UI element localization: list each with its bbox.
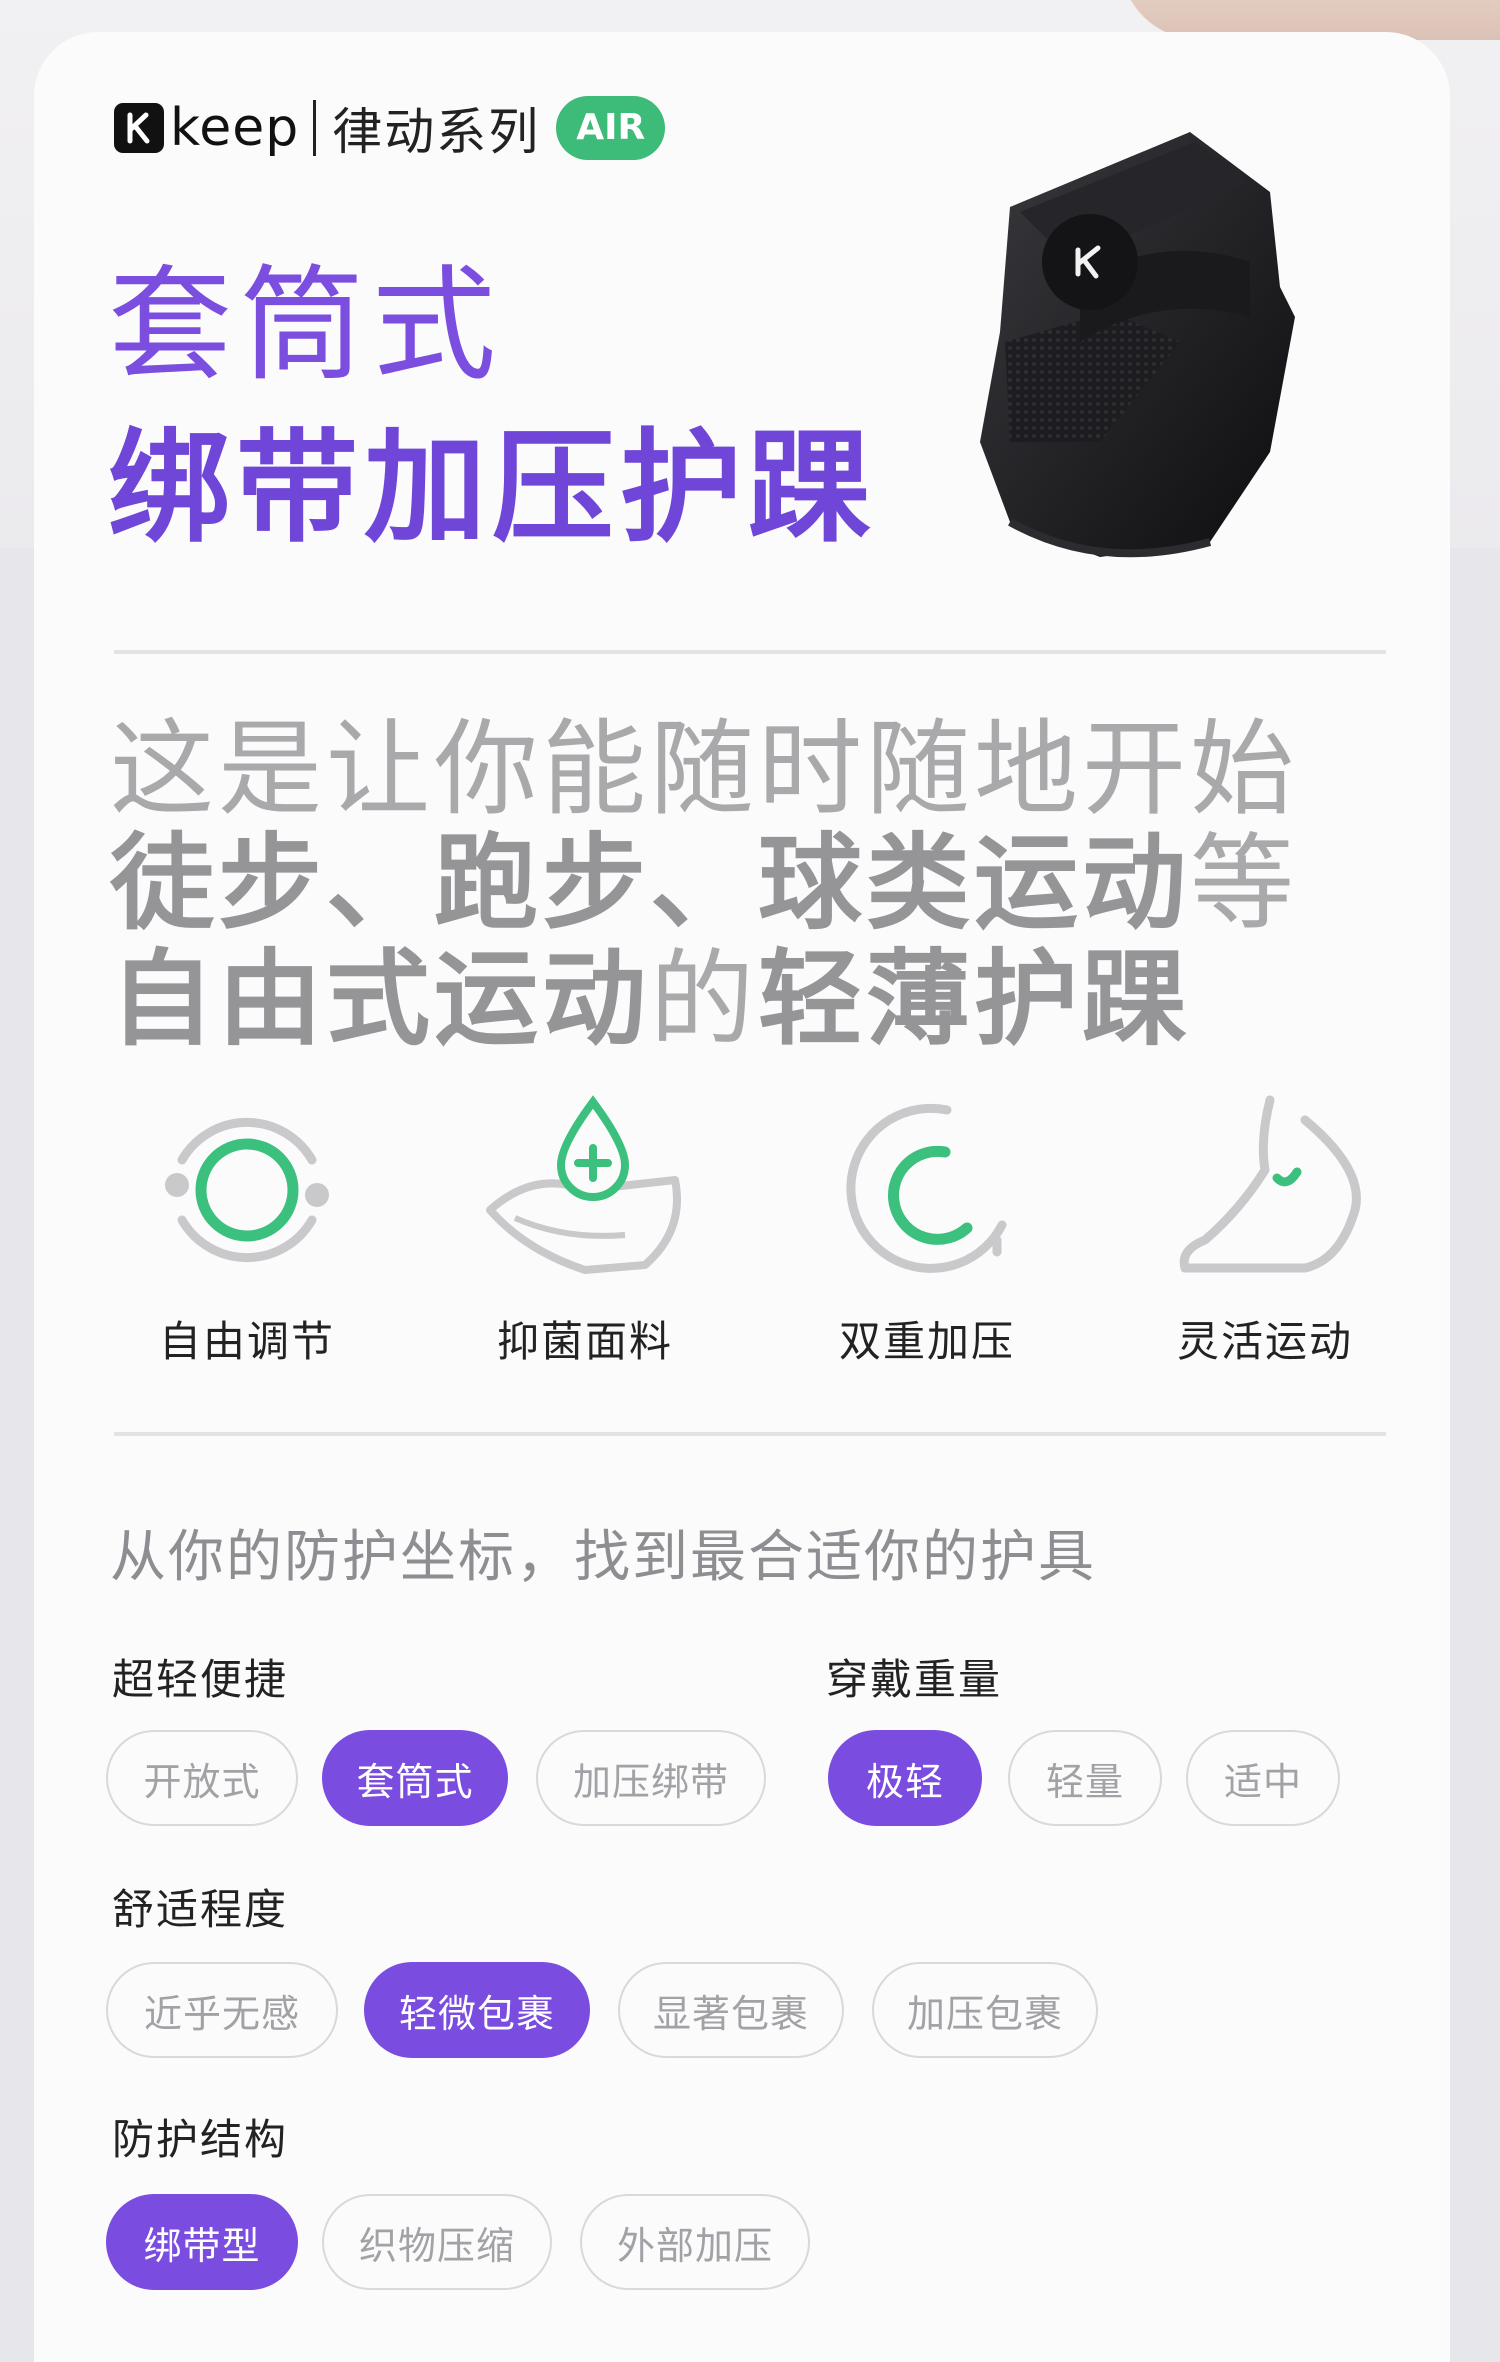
title-line-1: 套筒式 — [108, 254, 505, 398]
double-compression-icon — [846, 1103, 1007, 1273]
option-light[interactable]: 轻量 — [1008, 1730, 1162, 1826]
tagline-line-2: 徒步、跑步、球类运动等 — [110, 824, 1298, 942]
series-name: 律动系列 — [332, 103, 541, 161]
keep-logo-icon — [114, 103, 164, 153]
option-fabric-compression[interactable]: 织物压缩 — [322, 2194, 552, 2290]
feature-antibacterial: 抑菌面料 — [470, 1090, 700, 1369]
brand-name: keep — [170, 98, 300, 158]
option-moderate[interactable]: 适中 — [1186, 1730, 1340, 1826]
feature-label: 双重加压 — [838, 1317, 1015, 1366]
option-light-wrap[interactable]: 轻微包裹 — [364, 1962, 590, 2058]
category-structure-label: 防护结构 — [112, 2115, 289, 2164]
option-open-type[interactable]: 开放式 — [106, 1730, 298, 1826]
category-lightweight-label: 超轻便捷 — [112, 1655, 289, 1704]
option-notable-wrap[interactable]: 显著包裹 — [618, 1962, 844, 2058]
adjust-ring-icon — [165, 1117, 329, 1263]
tagline-line-3-thin: 的 — [650, 938, 759, 1060]
ankle-brace-image — [980, 132, 1295, 558]
title-line-2: 绑带加压护踝 — [108, 417, 876, 559]
tagline-line-2-thin: 等 — [1190, 822, 1299, 944]
feature-double-compression: 双重加压 — [812, 1090, 1042, 1369]
air-badge: AIR — [556, 96, 666, 160]
feature-label: 抑菌面料 — [496, 1317, 673, 1366]
tagline-line-3: 自由式运动的轻薄护踝 — [110, 940, 1190, 1058]
feature-free-adjust: 自由调节 — [132, 1090, 362, 1369]
tagline-line-1: 这是让你能随时随地开始 — [110, 708, 1299, 830]
divider-top — [114, 650, 1386, 654]
category-comfort-label: 舒适程度 — [112, 1885, 289, 1934]
category-weight-label: 穿戴重量 — [826, 1655, 1003, 1704]
divider-middle — [114, 1432, 1386, 1436]
option-sleeve-type[interactable]: 套筒式 — [322, 1730, 508, 1826]
coordinate-title: 从你的防护坐标，找到最合适你的护具 — [110, 1525, 1096, 1590]
tagline-line-3-bold-2: 轻薄护踝 — [758, 938, 1191, 1060]
foot-motion-icon — [1179, 1095, 1361, 1273]
option-barely-felt[interactable]: 近乎无感 — [106, 1962, 338, 2058]
feature-label: 灵活运动 — [1176, 1317, 1353, 1366]
brand-header: keep 律动系列 AIR — [114, 92, 666, 164]
feature-flexible-motion: 灵活运动 — [1150, 1090, 1380, 1369]
option-strap-type[interactable]: 绑带型 — [106, 2194, 298, 2290]
option-compression-strap[interactable]: 加压绑带 — [536, 1730, 766, 1826]
antibacterial-drop-icon — [486, 1095, 681, 1274]
tagline-line-3-bold: 自由式运动 — [110, 938, 651, 1060]
header-separator — [313, 100, 317, 156]
option-external-compression[interactable]: 外部加压 — [580, 2194, 810, 2290]
option-ultra-light[interactable]: 极轻 — [828, 1730, 982, 1826]
feature-label: 自由调节 — [158, 1317, 335, 1366]
option-compression-wrap[interactable]: 加压包裹 — [872, 1962, 1098, 2058]
tagline-line-2-bold: 徒步、跑步、球类运动 — [110, 822, 1191, 944]
